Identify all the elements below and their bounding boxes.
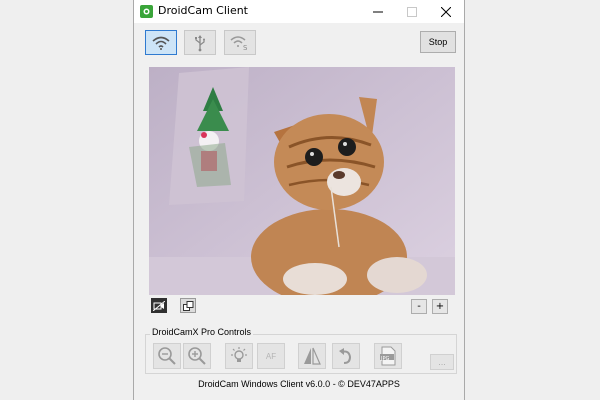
- flash-light-button[interactable]: [225, 343, 253, 369]
- rotate-icon: [339, 348, 352, 364]
- wifi-server-icon: S: [230, 35, 248, 51]
- zoom-out-small-button[interactable]: -: [411, 299, 427, 314]
- window-title: DroidCam Client: [158, 4, 248, 17]
- rotate-button[interactable]: [332, 343, 360, 369]
- light-bulb-icon: [231, 347, 247, 362]
- droidcam-window: DroidCam Client S Stop - + DroidCamX Pro…: [133, 0, 465, 400]
- wifi-icon: [152, 36, 170, 50]
- close-button[interactable]: [430, 0, 462, 23]
- zoom-out-button[interactable]: [153, 343, 181, 369]
- stop-button[interactable]: Stop: [420, 31, 456, 53]
- wifi-server-mode-button[interactable]: S: [224, 30, 256, 55]
- usb-icon: [195, 34, 205, 51]
- mirror-icon: [304, 347, 321, 365]
- popout-icon: [182, 300, 193, 311]
- wifi-mode-button[interactable]: [145, 30, 177, 55]
- zoom-in-small-button[interactable]: +: [432, 299, 448, 314]
- zoom-out-icon: [158, 347, 176, 365]
- close-icon: [441, 6, 451, 17]
- minimize-icon: [373, 11, 383, 12]
- camera-feed-image: [149, 67, 455, 295]
- more-options-button[interactable]: ...: [430, 354, 454, 370]
- droidcam-app-icon: [140, 5, 153, 18]
- video-preview: [149, 67, 455, 295]
- jpg-label: JPG: [381, 356, 390, 362]
- maximize-button[interactable]: [396, 0, 428, 23]
- zoom-in-icon: [188, 347, 206, 365]
- zoom-in-button[interactable]: [183, 343, 211, 369]
- popout-video-button[interactable]: [180, 298, 196, 313]
- autofocus-button[interactable]: AF: [257, 343, 285, 369]
- camera-off-icon: [153, 300, 165, 311]
- pro-controls-label: DroidCamX Pro Controls: [150, 327, 254, 337]
- svg-text:S: S: [243, 44, 248, 51]
- mirror-button[interactable]: [298, 343, 326, 369]
- title-bar[interactable]: DroidCam Client: [134, 0, 464, 23]
- toggle-camera-button[interactable]: [151, 298, 167, 313]
- autofocus-label: AF: [265, 351, 277, 361]
- footer-version-text: DroidCam Windows Client v6.0.0 - © DEV47…: [198, 379, 400, 389]
- maximize-icon: [407, 6, 417, 17]
- usb-mode-button[interactable]: [184, 30, 216, 55]
- minimize-button[interactable]: [362, 0, 394, 23]
